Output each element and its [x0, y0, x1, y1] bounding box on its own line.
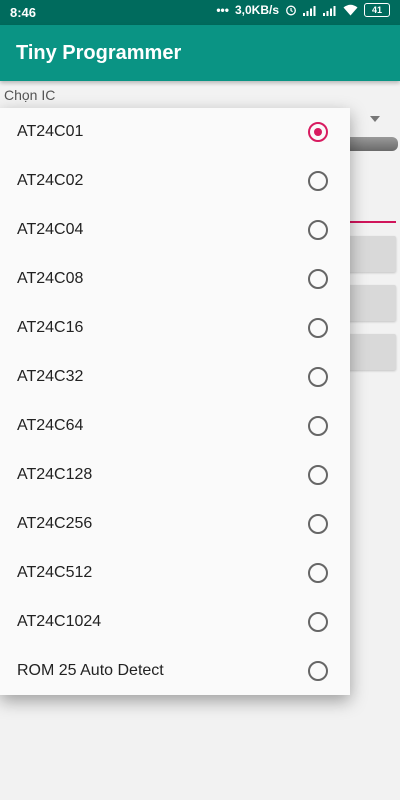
dropdown-option-at24c64[interactable]: AT24C64 — [0, 402, 350, 451]
radio-unchecked-icon[interactable] — [308, 220, 328, 240]
option-label: AT24C1024 — [17, 613, 102, 630]
option-label: AT24C32 — [17, 368, 84, 385]
radio-unchecked-icon[interactable] — [308, 367, 328, 387]
radio-unchecked-icon[interactable] — [308, 416, 328, 436]
app-bar: Tiny Programmer — [0, 25, 400, 81]
dropdown-option-at24c1024[interactable]: AT24C1024 — [0, 598, 350, 647]
alarm-icon — [286, 5, 296, 16]
radio-checked-icon[interactable] — [308, 122, 328, 142]
radio-unchecked-icon[interactable] — [308, 612, 328, 632]
option-label: AT24C04 — [17, 221, 84, 238]
dropdown-option-rom25-auto-detect[interactable]: ROM 25 Auto Detect — [0, 647, 350, 696]
dropdown-option-at24c01[interactable]: AT24C01 — [0, 108, 350, 157]
option-label: ROM 25 Auto Detect — [17, 662, 164, 679]
option-label: AT24C08 — [17, 270, 84, 287]
status-time: 8:46 — [10, 5, 37, 20]
dropdown-option-at24c512[interactable]: AT24C512 — [0, 549, 350, 598]
dropdown-option-at24c256[interactable]: AT24C256 — [0, 500, 350, 549]
ic-select-label: Chọn IC — [4, 87, 56, 103]
dropdown-option-at24c02[interactable]: AT24C02 — [0, 157, 350, 206]
radio-unchecked-icon[interactable] — [308, 661, 328, 681]
app-title: Tiny Programmer — [16, 42, 182, 64]
radio-unchecked-icon[interactable] — [308, 171, 328, 191]
dropdown-option-at24c128[interactable]: AT24C128 — [0, 451, 350, 500]
dropdown-option-at24c04[interactable]: AT24C04 — [0, 206, 350, 255]
ic-dropdown-popup: AT24C01 AT24C02 AT24C04 AT24C08 AT24C16 … — [0, 108, 350, 695]
option-label: AT24C64 — [17, 417, 84, 434]
radio-unchecked-icon[interactable] — [308, 318, 328, 338]
dropdown-option-at24c32[interactable]: AT24C32 — [0, 353, 350, 402]
option-label: AT24C01 — [17, 123, 84, 140]
status-icons: ••• 3,0KB/s 41 — [216, 3, 390, 17]
network-speed: 3,0KB/s — [234, 3, 279, 17]
option-label: AT24C16 — [17, 319, 84, 336]
option-label: AT24C128 — [17, 466, 93, 483]
radio-unchecked-icon[interactable] — [308, 563, 328, 583]
radio-unchecked-icon[interactable] — [308, 269, 328, 289]
battery-icon: 41 — [364, 3, 390, 17]
more-dots: ••• — [216, 3, 229, 17]
radio-unchecked-icon[interactable] — [308, 514, 328, 534]
radio-unchecked-icon[interactable] — [308, 465, 328, 485]
signal-icon — [303, 5, 316, 16]
wifi-icon — [343, 4, 358, 16]
status-bar: 8:46 ••• 3,0KB/s 41 — [0, 0, 400, 25]
option-label: AT24C02 — [17, 172, 84, 189]
dropdown-option-at24c08[interactable]: AT24C08 — [0, 255, 350, 304]
signal-icon — [323, 5, 336, 16]
option-label: AT24C512 — [17, 564, 93, 581]
option-label: AT24C256 — [17, 515, 93, 532]
dropdown-option-at24c16[interactable]: AT24C16 — [0, 304, 350, 353]
dropdown-arrow-icon[interactable] — [370, 116, 380, 122]
